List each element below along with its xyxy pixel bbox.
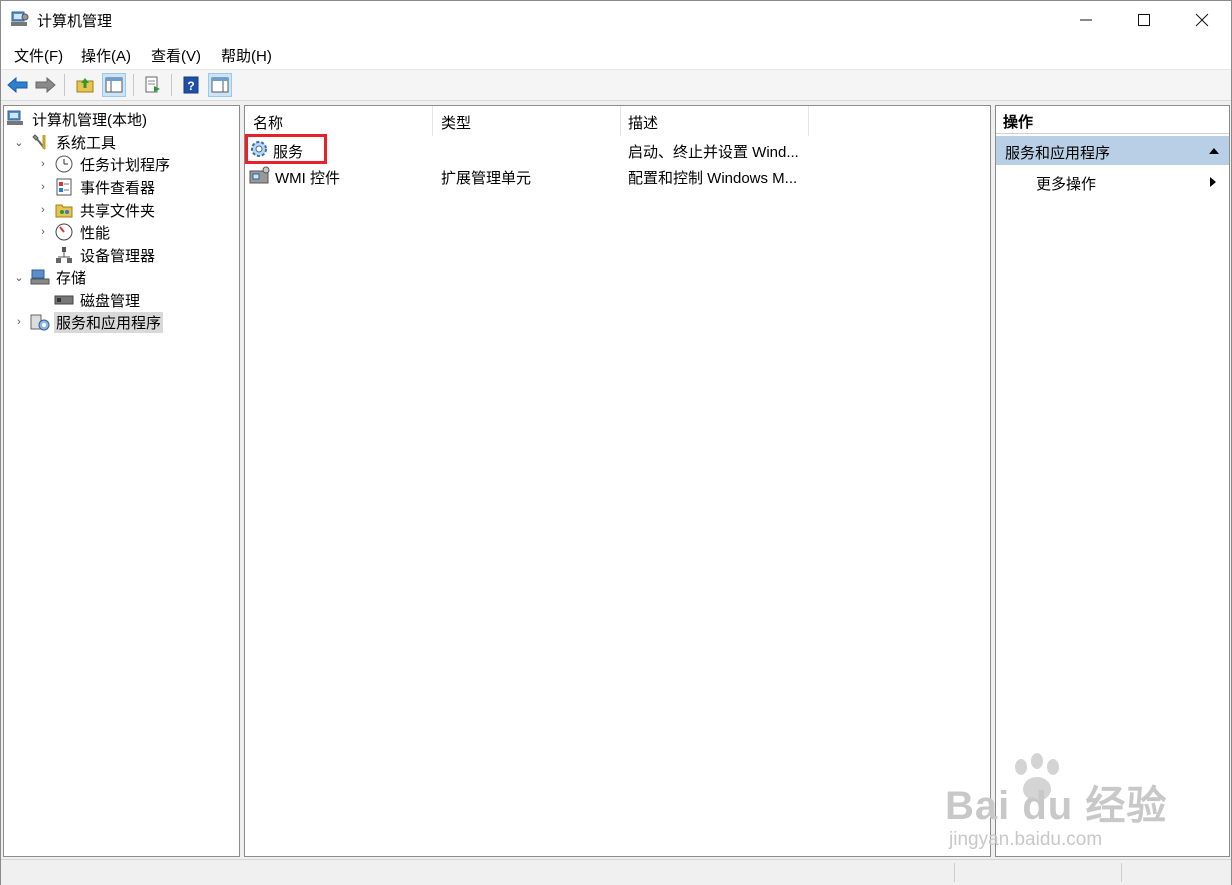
help-button[interactable]: ?: [179, 73, 203, 97]
minimize-button[interactable]: [1057, 1, 1115, 39]
actions-header: 操作: [996, 106, 1229, 134]
list-cell-type: 扩展管理单元: [441, 170, 532, 187]
computer-management-icon: [6, 110, 26, 128]
collapse-up-icon[interactable]: [1208, 147, 1220, 155]
tree-item-label: 事件查看器: [80, 179, 156, 197]
tree-item-shared-folders[interactable]: › 共享文件夹: [36, 199, 157, 221]
actions-panel: 操作 服务和应用程序 更多操作: [995, 105, 1230, 857]
clock-icon: [54, 155, 74, 173]
tools-icon: [30, 133, 50, 151]
forward-button[interactable]: [33, 73, 57, 97]
submenu-arrow-icon: [1210, 177, 1216, 187]
column-header-name[interactable]: 名称: [253, 110, 283, 134]
services-apps-icon: [30, 313, 50, 331]
menu-file[interactable]: 文件(F): [14, 45, 63, 66]
chevron-right-icon[interactable]: ›: [36, 226, 50, 238]
shared-folder-icon: [54, 201, 74, 219]
column-header-description[interactable]: 描述: [628, 110, 658, 134]
list-cell-name: WMI 控件: [275, 170, 340, 187]
tree-item-task-scheduler[interactable]: › 任务计划程序: [36, 153, 172, 175]
show-hide-tree-button[interactable]: [102, 73, 126, 97]
result-list-panel: 名称 类型 描述 服务 启动、终止并设置 Wind... WMI 控件 扩展管理…: [244, 105, 991, 857]
column-header-type[interactable]: 类型: [441, 110, 471, 134]
back-arrow-icon: [7, 77, 28, 93]
tree-item-label: 磁盘管理: [80, 292, 141, 310]
list-cell-description: 启动、终止并设置 Wind...: [628, 144, 799, 161]
storage-icon: [30, 268, 50, 286]
tree-item-device-manager[interactable]: 设备管理器: [36, 244, 157, 266]
chevron-down-icon[interactable]: ⌄: [12, 271, 26, 284]
chevron-right-icon[interactable]: ›: [36, 158, 50, 170]
computer-management-window: 计算机管理 文件(F) 操作(A) 查看(V) 帮助(H) ? 计算机管理(本地…: [0, 0, 1232, 885]
help-icon: ?: [183, 76, 199, 94]
export-list-button[interactable]: [141, 73, 165, 97]
red-highlight-box: [245, 134, 327, 164]
actions-section-label: 服务和应用程序: [1005, 145, 1111, 162]
list-item-wmi-control[interactable]: WMI 控件 扩展管理单元 配置和控制 Windows M...: [249, 164, 987, 188]
tree-item-performance[interactable]: › 性能: [36, 221, 112, 243]
export-list-icon: [145, 76, 160, 93]
tree-item-label: 服务和应用程序: [54, 311, 164, 333]
tree-root-label: 计算机管理(本地): [32, 111, 147, 129]
tree-item-label: 性能: [80, 224, 111, 242]
chevron-right-icon[interactable]: ›: [36, 204, 50, 216]
menu-view[interactable]: 查看(V): [151, 45, 201, 66]
actions-section-services-and-applications[interactable]: 服务和应用程序: [996, 136, 1229, 165]
toolbar-separator: [133, 74, 134, 96]
tree-item-event-viewer[interactable]: › 事件查看器: [36, 176, 157, 198]
console-tree-icon: [105, 77, 123, 93]
column-divider[interactable]: [808, 106, 809, 136]
maximize-icon: [1138, 14, 1150, 26]
back-button[interactable]: [6, 73, 30, 97]
tree-item-system-tools[interactable]: ⌄ 系统工具: [12, 131, 118, 153]
tree-item-label: 共享文件夹: [80, 202, 156, 220]
show-hide-action-pane-button[interactable]: [208, 73, 232, 97]
disk-icon: [54, 291, 74, 309]
tree-item-label: 任务计划程序: [80, 156, 171, 174]
status-bar-divider: [1121, 863, 1122, 882]
chevron-right-icon[interactable]: ›: [36, 181, 50, 193]
tree-item-storage[interactable]: ⌄ 存储: [12, 266, 88, 288]
toolbar-separator: [64, 74, 65, 96]
forward-arrow-icon: [35, 77, 56, 93]
tree-item-root[interactable]: 计算机管理(本地): [6, 108, 149, 130]
svg-text:?: ?: [187, 79, 194, 93]
chevron-down-icon[interactable]: ⌄: [12, 136, 26, 149]
toolbar: ?: [1, 70, 1231, 101]
console-tree-panel: 计算机管理(本地) ⌄ 系统工具 › 任务计划程序 › 事件查看器 › 共享文件…: [3, 105, 240, 857]
event-viewer-icon: [54, 178, 74, 196]
tree-item-services-and-applications[interactable]: › 服务和应用程序: [12, 311, 164, 333]
performance-icon: [54, 223, 74, 241]
column-divider[interactable]: [432, 106, 433, 136]
tree-item-label: 存储: [56, 269, 87, 287]
chevron-right-icon[interactable]: ›: [12, 316, 26, 328]
status-bar-divider: [954, 863, 955, 882]
computer-management-icon: [10, 11, 30, 29]
action-pane-icon: [211, 77, 229, 93]
status-bar: [1, 859, 1231, 885]
menu-action[interactable]: 操作(A): [81, 45, 131, 66]
maximize-button[interactable]: [1115, 1, 1173, 39]
menu-bar: 文件(F) 操作(A) 查看(V) 帮助(H): [1, 39, 1231, 70]
list-item-services[interactable]: 服务 启动、终止并设置 Wind...: [249, 138, 987, 162]
actions-header-label: 操作: [1003, 114, 1034, 131]
more-actions-item[interactable]: 更多操作: [996, 168, 1229, 194]
folder-up-icon: [76, 78, 94, 93]
tree-item-label: 系统工具: [56, 134, 117, 152]
list-cell-description: 配置和控制 Windows M...: [628, 170, 798, 187]
wmi-icon: [249, 165, 271, 189]
tree-item-disk-management[interactable]: 磁盘管理: [36, 289, 142, 311]
window-title: 计算机管理: [37, 13, 113, 30]
column-divider[interactable]: [620, 106, 621, 136]
minimize-icon: [1080, 19, 1092, 21]
toolbar-separator: [171, 74, 172, 96]
more-actions-label: 更多操作: [1036, 176, 1097, 193]
close-button[interactable]: [1173, 1, 1231, 39]
title-bar: 计算机管理: [1, 1, 1231, 39]
close-icon: [1195, 13, 1209, 27]
menu-help[interactable]: 帮助(H): [221, 45, 272, 66]
up-level-button[interactable]: [73, 73, 97, 97]
tree-item-label: 设备管理器: [80, 247, 156, 265]
device-manager-icon: [54, 246, 74, 264]
